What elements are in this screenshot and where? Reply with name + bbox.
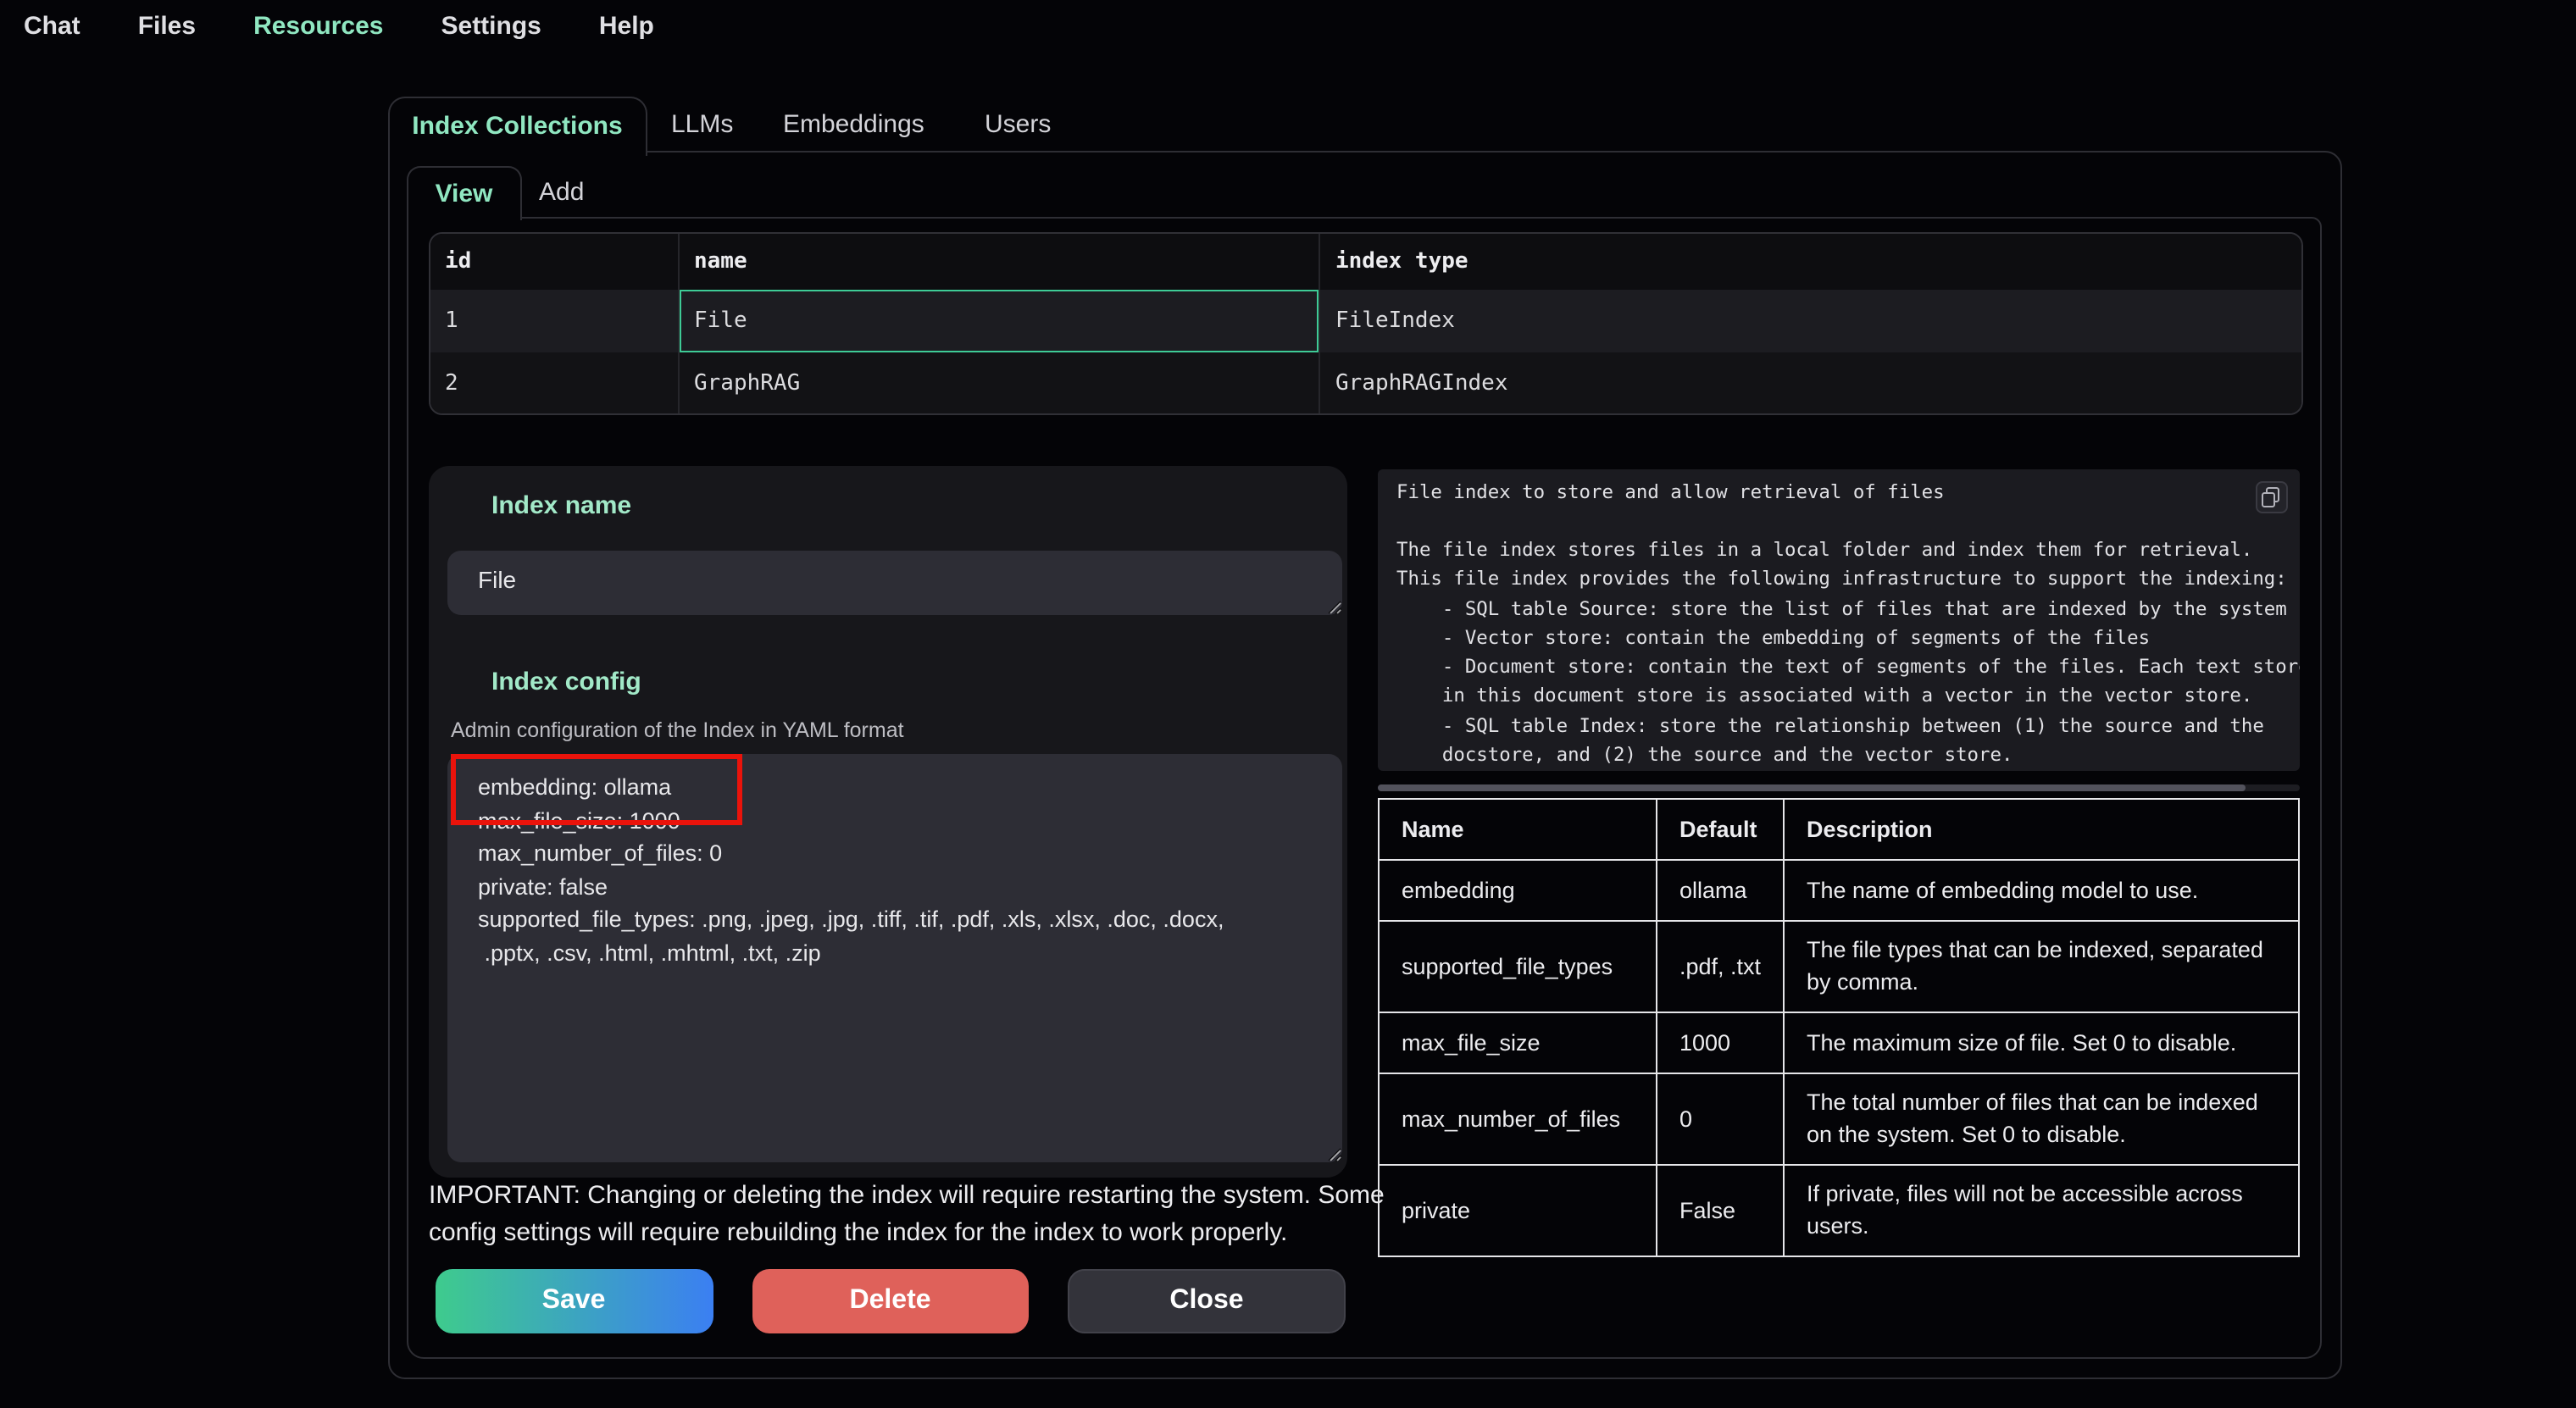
table-header-row: id name index type	[430, 233, 2301, 290]
param-name: supported_file_types	[1379, 920, 1657, 1012]
index-config-label: Index config	[491, 668, 641, 696]
annotation-highlight-box	[451, 754, 742, 825]
delete-button[interactable]: Delete	[752, 1269, 1029, 1333]
subtab-add[interactable]: Add	[539, 178, 584, 207]
params-reference-table: Name Default Description embedding ollam…	[1378, 797, 2299, 1256]
params-row-embedding: embedding ollama The name of embedding m…	[1379, 859, 2298, 920]
top-nav: Chat Files Resources Settings Help	[24, 0, 654, 51]
param-name: private	[1379, 1164, 1657, 1256]
param-default: False	[1657, 1164, 1784, 1256]
app-root: Chat Files Resources Settings Help Index…	[0, 0, 2576, 1408]
subtab-view[interactable]: View	[407, 166, 521, 220]
params-col-default: Default	[1657, 798, 1784, 859]
index-collections-table: id name index type 1 File FileIndex 2 Gr…	[428, 231, 2302, 415]
cell-name-file-selected[interactable]: File	[677, 290, 1319, 352]
tab-index-collections-label: Index Collections	[412, 112, 622, 141]
index-info-block: File index to store and allow retrieval …	[1378, 469, 2299, 771]
param-name: embedding	[1379, 859, 1657, 920]
param-description: The name of embedding model to use.	[1784, 859, 2298, 920]
save-button[interactable]: Save	[435, 1269, 713, 1333]
nav-item-files[interactable]: Files	[138, 11, 196, 40]
index-name-label: Index name	[491, 491, 631, 520]
index-name-input[interactable]: File	[447, 551, 1342, 615]
param-description: The maximum size of file. Set 0 to disab…	[1784, 1012, 2298, 1073]
index-config-caption: Admin configuration of the Index in YAML…	[451, 718, 904, 742]
param-description: If private, files will not be accessible…	[1784, 1164, 2298, 1256]
param-name: max_file_size	[1379, 1012, 1657, 1073]
index-info-text: File index to store and allow retrieval …	[1378, 469, 2299, 769]
tab-users[interactable]: Users	[985, 109, 1051, 138]
params-col-description: Description	[1784, 798, 2298, 859]
cell-name-graphrag[interactable]: GraphRAG	[677, 352, 1319, 413]
param-name: max_number_of_files	[1379, 1073, 1657, 1164]
important-note: IMPORTANT: Changing or deleting the inde…	[429, 1178, 1403, 1250]
table-row: 2 GraphRAG GraphRAGIndex	[430, 352, 2301, 413]
param-description: The file types that can be indexed, sepa…	[1784, 920, 2298, 1012]
param-default: 0	[1657, 1073, 1784, 1164]
close-button[interactable]: Close	[1068, 1269, 1346, 1333]
column-header-name: name	[677, 233, 1319, 290]
nav-item-help[interactable]: Help	[599, 11, 654, 40]
nav-item-settings[interactable]: Settings	[441, 11, 541, 40]
params-row-max-number-of-files: max_number_of_files 0 The total number o…	[1379, 1073, 2298, 1164]
cell-id-1[interactable]: 1	[430, 290, 677, 352]
param-default: ollama	[1657, 859, 1784, 920]
params-col-name: Name	[1379, 798, 1657, 859]
params-row-private: private False If private, files will not…	[1379, 1164, 2298, 1256]
tab-llms[interactable]: LLMs	[671, 109, 733, 138]
scrollbar-thumb[interactable]	[1378, 784, 2246, 791]
nav-item-chat[interactable]: Chat	[24, 11, 80, 40]
tab-embeddings[interactable]: Embeddings	[783, 109, 924, 138]
table-row: 1 File FileIndex	[430, 290, 2301, 352]
tab-index-collections[interactable]: Index Collections	[388, 96, 647, 155]
param-description: The total number of files that can be in…	[1784, 1073, 2298, 1164]
params-row-max-file-size: max_file_size 1000 The maximum size of f…	[1379, 1012, 2298, 1073]
nav-item-resources[interactable]: Resources	[253, 11, 383, 40]
param-default: 1000	[1657, 1012, 1784, 1073]
subtab-view-label: View	[436, 180, 493, 208]
copy-icon	[2261, 486, 2281, 508]
param-default: .pdf, .txt	[1657, 920, 1784, 1012]
column-header-id: id	[430, 233, 677, 290]
params-row-supported-file-types: supported_file_types .pdf, .txt The file…	[1379, 920, 2298, 1012]
horizontal-scrollbar	[1378, 784, 2299, 791]
params-header-row: Name Default Description	[1379, 798, 2298, 859]
cell-indextype-graphragindex[interactable]: GraphRAGIndex	[1319, 352, 2301, 413]
cell-indextype-fileindex[interactable]: FileIndex	[1319, 290, 2301, 352]
column-header-index-type: index type	[1319, 233, 2301, 290]
cell-id-2[interactable]: 2	[430, 352, 677, 413]
copy-button[interactable]	[2255, 481, 2287, 513]
